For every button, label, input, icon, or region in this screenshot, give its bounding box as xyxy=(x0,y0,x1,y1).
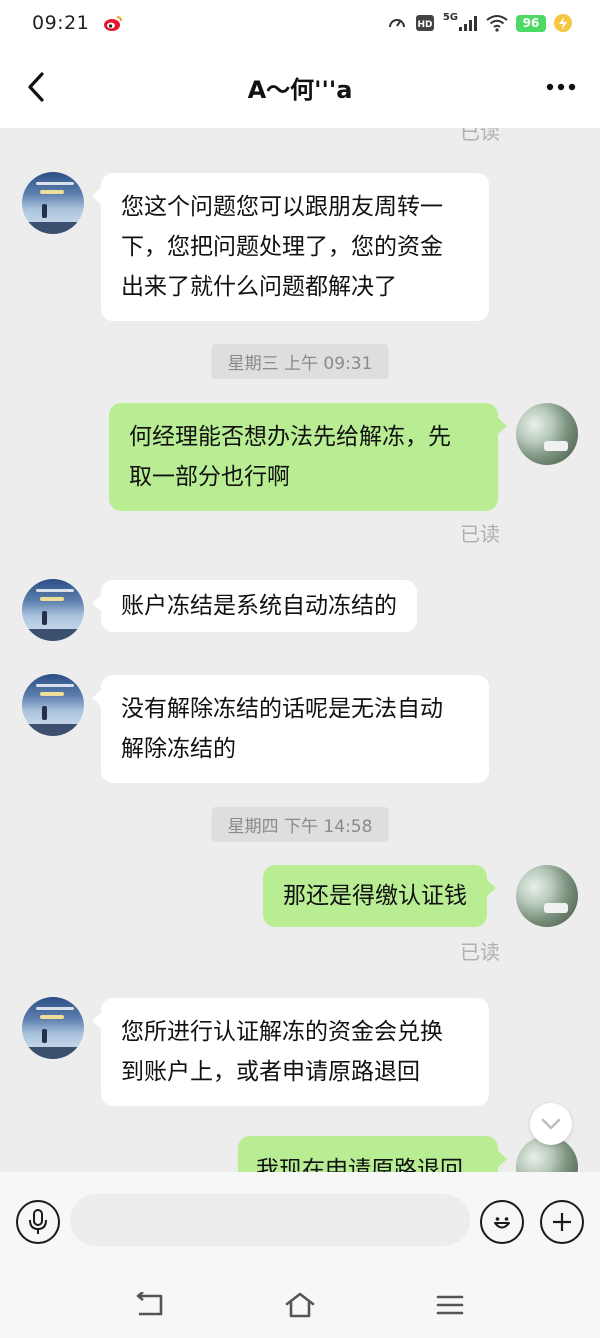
avatar[interactable] xyxy=(516,865,578,927)
read-status: 已读 xyxy=(460,128,500,144)
message-bubble[interactable]: 何经理能否想办法先给解冻，先 取一部分也行啊 xyxy=(109,403,507,511)
battery-icon: 96 xyxy=(516,14,546,32)
back-nav-icon xyxy=(136,1292,163,1316)
speed-icon xyxy=(388,19,405,28)
system-back-button[interactable] xyxy=(133,1288,167,1322)
charging-icon xyxy=(554,14,572,32)
chevron-left-icon xyxy=(28,72,44,102)
message-bubble[interactable]: 我现在申请原路退回 xyxy=(238,1136,507,1172)
message-line: 我现在申请原路退回 xyxy=(256,1157,463,1172)
back-button[interactable] xyxy=(20,70,52,104)
message-line: 解除冻结的 xyxy=(121,736,236,762)
avatar[interactable] xyxy=(22,579,84,641)
emoji-button[interactable] xyxy=(480,1200,524,1244)
input-bar xyxy=(0,1172,600,1272)
message-bubble[interactable]: 那还是得缴认证钱 xyxy=(263,865,496,927)
avatar[interactable] xyxy=(516,403,578,465)
system-home-button[interactable] xyxy=(283,1288,317,1322)
message-bubble[interactable]: 您所进行认证解冻的资金会兑换 到账户上，或者申请原路退回 xyxy=(92,998,489,1106)
chat-area[interactable]: 已读 您这个问题您可以跟朋友周转一 下，您把问题处理了，您的资金 出来了就什么问… xyxy=(0,128,600,1172)
message-bubble[interactable]: 账户冻结是系统自动冻结的 xyxy=(92,580,417,632)
more-button[interactable] xyxy=(544,72,578,102)
status-bar: 09:21 HD 5G 96 xyxy=(0,0,600,46)
timestamp-chip: 星期四 下午 14:58 xyxy=(211,807,389,842)
avatar[interactable] xyxy=(22,674,84,736)
message-line: 下，您把问题处理了，您的资金 xyxy=(121,234,443,260)
message-line: 到账户上，或者申请原路退回 xyxy=(121,1059,420,1085)
weibo-icon xyxy=(104,16,123,31)
plus-button[interactable] xyxy=(540,1200,584,1244)
chevron-down-icon xyxy=(541,1118,561,1130)
scroll-to-bottom-button[interactable] xyxy=(530,1103,572,1145)
system-menu-button[interactable] xyxy=(433,1288,467,1322)
microphone-icon xyxy=(29,1209,47,1234)
status-right: HD 5G 96 xyxy=(387,11,572,33)
message-line: 没有解除冻结的话呢是无法自动 xyxy=(121,696,443,722)
signal-icon xyxy=(459,16,477,31)
avatar[interactable] xyxy=(22,172,84,234)
wifi-icon xyxy=(486,15,508,32)
timestamp-chip: 星期三 上午 09:31 xyxy=(211,344,389,379)
message-line: 您这个问题您可以跟朋友周转一 xyxy=(121,194,443,220)
chat-header: A〜何'''a xyxy=(0,46,600,128)
hd-icon: HD xyxy=(415,15,434,31)
home-nav-icon xyxy=(285,1292,315,1318)
plus-icon xyxy=(553,1213,571,1231)
emoji-icon xyxy=(494,1217,510,1229)
status-left: 09:21 xyxy=(32,12,123,34)
more-dots-icon xyxy=(546,83,576,91)
chat-title: A〜何'''a xyxy=(247,75,353,104)
network-type: 5G xyxy=(442,11,458,23)
system-navigation-bar xyxy=(0,1272,600,1338)
message-bubble[interactable]: 您这个问题您可以跟朋友周转一 下，您把问题处理了，您的资金 出来了就什么问题都解… xyxy=(92,173,489,321)
message-line: 取一部分也行啊 xyxy=(129,464,290,490)
message-bubble[interactable]: 没有解除冻结的话呢是无法自动 解除冻结的 xyxy=(92,675,489,783)
voice-button[interactable] xyxy=(16,1200,60,1244)
message-line: 何经理能否想办法先给解冻，先 xyxy=(129,424,451,450)
read-status: 已读 xyxy=(460,940,500,964)
menu-nav-icon xyxy=(436,1295,464,1315)
message-line: 那还是得缴认证钱 xyxy=(283,883,467,909)
message-input[interactable] xyxy=(70,1194,470,1246)
avatar[interactable] xyxy=(22,997,84,1059)
status-time: 09:21 xyxy=(32,12,90,34)
message-line: 您所进行认证解冻的资金会兑换 xyxy=(121,1019,443,1045)
read-status: 已读 xyxy=(460,522,500,546)
message-line: 账户冻结是系统自动冻结的 xyxy=(121,593,397,619)
svg-text:HD: HD xyxy=(417,20,432,30)
message-line: 出来了就什么问题都解决了 xyxy=(121,274,397,300)
